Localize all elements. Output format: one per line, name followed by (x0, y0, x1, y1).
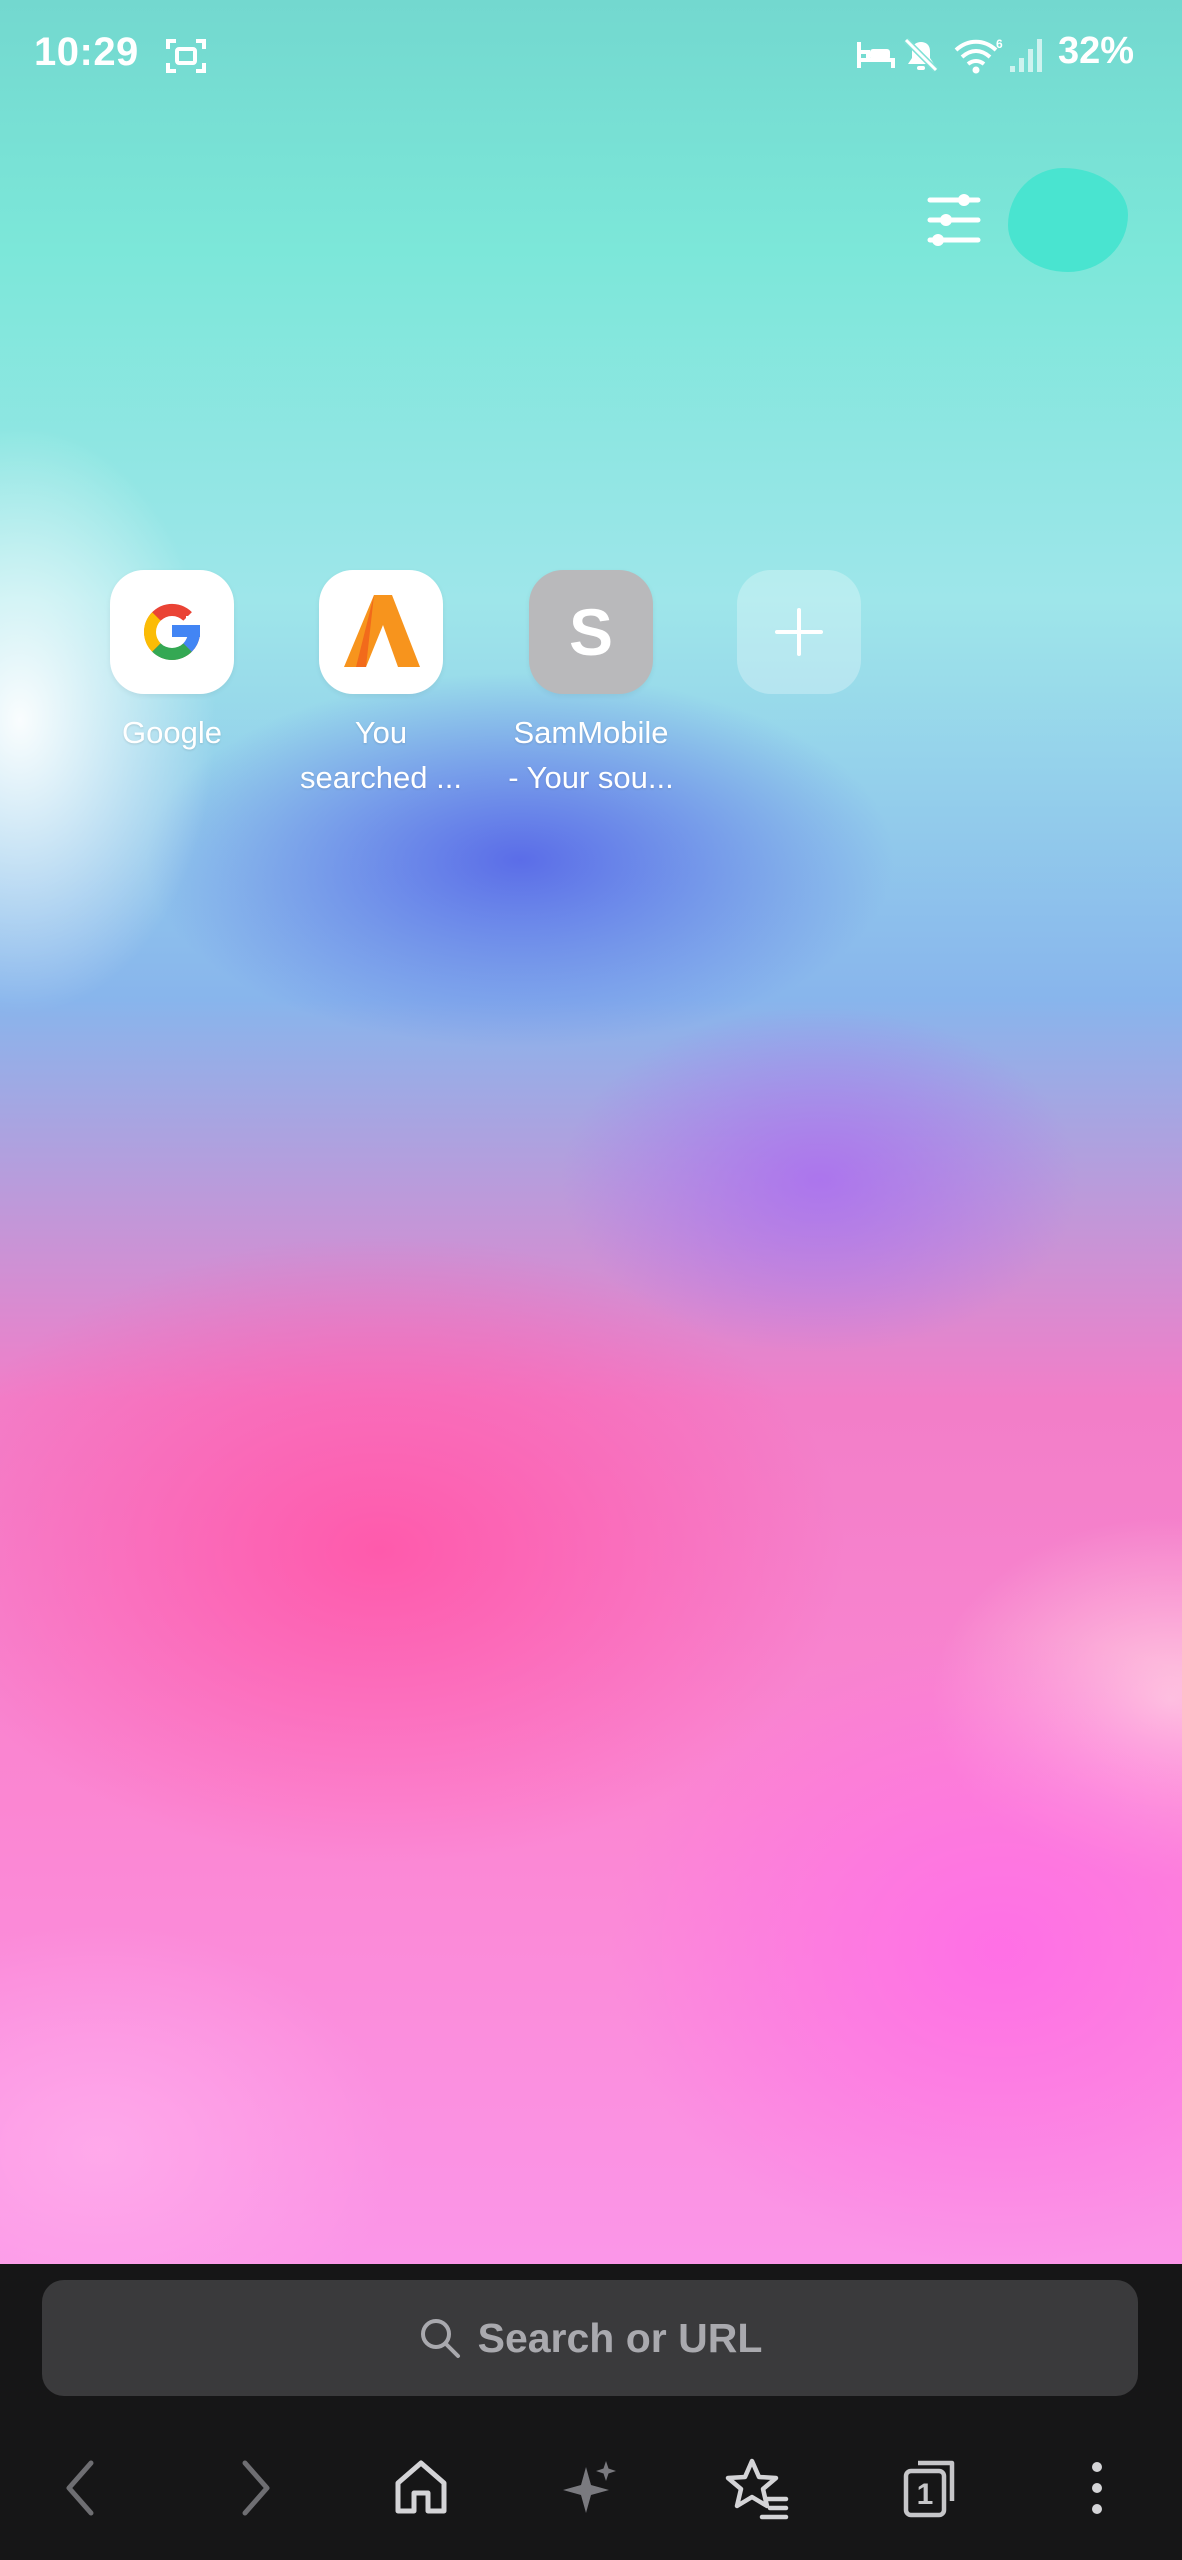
search-icon (420, 2319, 460, 2358)
shortcut-sammobile[interactable]: S SamMobile - Your sou... (491, 570, 691, 800)
battery-level: 32% (1057, 30, 1134, 72)
aptoide-tile (319, 570, 443, 694)
google-tile (110, 570, 234, 694)
customize-button[interactable] (914, 186, 994, 256)
mute-icon (903, 37, 939, 73)
sleep-mode-icon (857, 42, 895, 68)
aptoide-a-logo-icon (344, 595, 420, 667)
bookmarks-button[interactable] (712, 2438, 802, 2538)
more-icon (1092, 2462, 1102, 2514)
sparkle-icon (563, 2461, 616, 2513)
forward-button[interactable] (210, 2438, 300, 2538)
sammobile-tile: S (529, 570, 653, 694)
screenshot-icon (166, 39, 206, 73)
google-logo-icon (144, 603, 202, 661)
back-icon (66, 2460, 94, 2516)
status-time: 10:29 (34, 30, 139, 74)
shortcut-aptoide[interactable]: You searched ... (281, 570, 481, 800)
forward-icon (242, 2460, 270, 2516)
wifi-6-icon: 6 (954, 37, 1003, 74)
wallpaper (0, 0, 1182, 2264)
sliders-icon (927, 194, 981, 246)
tabs-button[interactable]: 1 (884, 2438, 974, 2538)
signal-icon (1010, 39, 1042, 72)
tabs-icon: 1 (903, 2460, 955, 2518)
shortcut-google[interactable]: Google (72, 570, 272, 755)
sparkle-button[interactable] (544, 2438, 634, 2538)
browser-start-page: 10:29 6 32% Google You searched ... S Sa… (0, 0, 1182, 2560)
status-bar: 10:29 6 32% (0, 0, 1182, 110)
shortcut-label: Google (122, 715, 222, 750)
plus-icon (775, 608, 823, 656)
shortcut-label: SamMobile - Your sou... (508, 715, 674, 795)
quick-access-shortcuts: Google You searched ... S SamMobile - Yo… (0, 570, 1182, 830)
svg-text:6: 6 (996, 37, 1003, 51)
home-button[interactable] (376, 2438, 466, 2538)
tab-count: 1 (917, 2478, 934, 2511)
add-shortcut-button[interactable] (699, 570, 899, 710)
search-url-bar[interactable]: Search or URL (42, 2280, 1138, 2396)
bookmarks-icon (725, 2458, 789, 2520)
shortcut-label: You searched ... (300, 715, 462, 795)
back-button[interactable] (36, 2438, 126, 2538)
home-icon (395, 2460, 447, 2514)
search-placeholder: Search or URL (477, 2314, 763, 2361)
more-menu-button[interactable] (1052, 2438, 1142, 2538)
sammobile-letter: S (568, 595, 614, 669)
add-shortcut-tile (737, 570, 861, 694)
